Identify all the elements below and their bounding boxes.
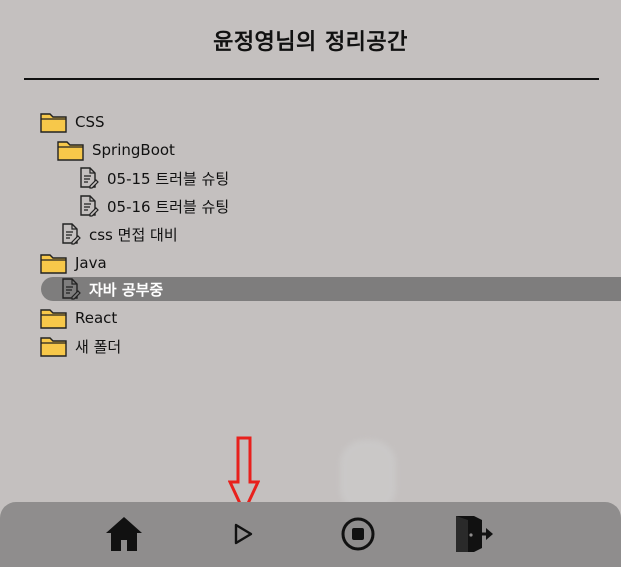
tree-item-label: React bbox=[75, 309, 118, 327]
document-icon bbox=[77, 167, 99, 189]
tree-item-label: Java bbox=[75, 254, 107, 272]
folder-icon bbox=[40, 252, 67, 274]
exit-button[interactable] bbox=[452, 512, 496, 556]
tree-item-label: 자바 공부중 bbox=[89, 280, 164, 299]
tree-item-css[interactable]: CSS bbox=[40, 108, 105, 136]
tree-item-label: CSS bbox=[75, 113, 105, 131]
title-divider bbox=[24, 78, 599, 80]
folder-icon bbox=[40, 335, 67, 357]
home-button[interactable] bbox=[102, 512, 146, 556]
tree-item-springboot[interactable]: SpringBoot bbox=[57, 136, 175, 164]
tree-item-label: SpringBoot bbox=[92, 141, 175, 159]
tree-item-label: 새 폴더 bbox=[75, 337, 122, 356]
home-icon bbox=[106, 517, 142, 551]
tree-item-doc-css-interview[interactable]: css 면접 대비 bbox=[59, 220, 178, 248]
tree-item-label: 05-16 트러블 슈팅 bbox=[107, 197, 230, 216]
page-title: 윤정영님의 정리공간 bbox=[213, 30, 408, 55]
tree-item-doc-0515[interactable]: 05-15 트러블 슈팅 bbox=[77, 164, 229, 192]
document-icon bbox=[59, 278, 81, 300]
folder-icon bbox=[40, 307, 67, 329]
tree-item-doc-java-study[interactable]: 자바 공부중 bbox=[41, 277, 621, 301]
bottom-nav-bar bbox=[0, 502, 621, 567]
document-icon bbox=[77, 195, 99, 217]
tree-item-java[interactable]: Java bbox=[40, 249, 107, 277]
stop-button[interactable] bbox=[336, 512, 380, 556]
exit-door-icon bbox=[456, 516, 493, 552]
play-button[interactable] bbox=[221, 512, 265, 556]
document-icon bbox=[59, 223, 81, 245]
tree-item-doc-0516[interactable]: 05-16 트러블 슈팅 bbox=[77, 192, 229, 220]
tree-item-label: css 면접 대비 bbox=[89, 225, 178, 244]
play-icon bbox=[234, 523, 253, 545]
tree-item-label: 05-15 트러블 슈팅 bbox=[107, 169, 230, 188]
folder-icon bbox=[40, 111, 67, 133]
stop-circle-icon bbox=[341, 517, 375, 551]
tree-item-react[interactable]: React bbox=[40, 304, 117, 332]
tree-item-new-folder[interactable]: 새 폴더 bbox=[40, 332, 121, 360]
folder-icon bbox=[57, 139, 84, 161]
